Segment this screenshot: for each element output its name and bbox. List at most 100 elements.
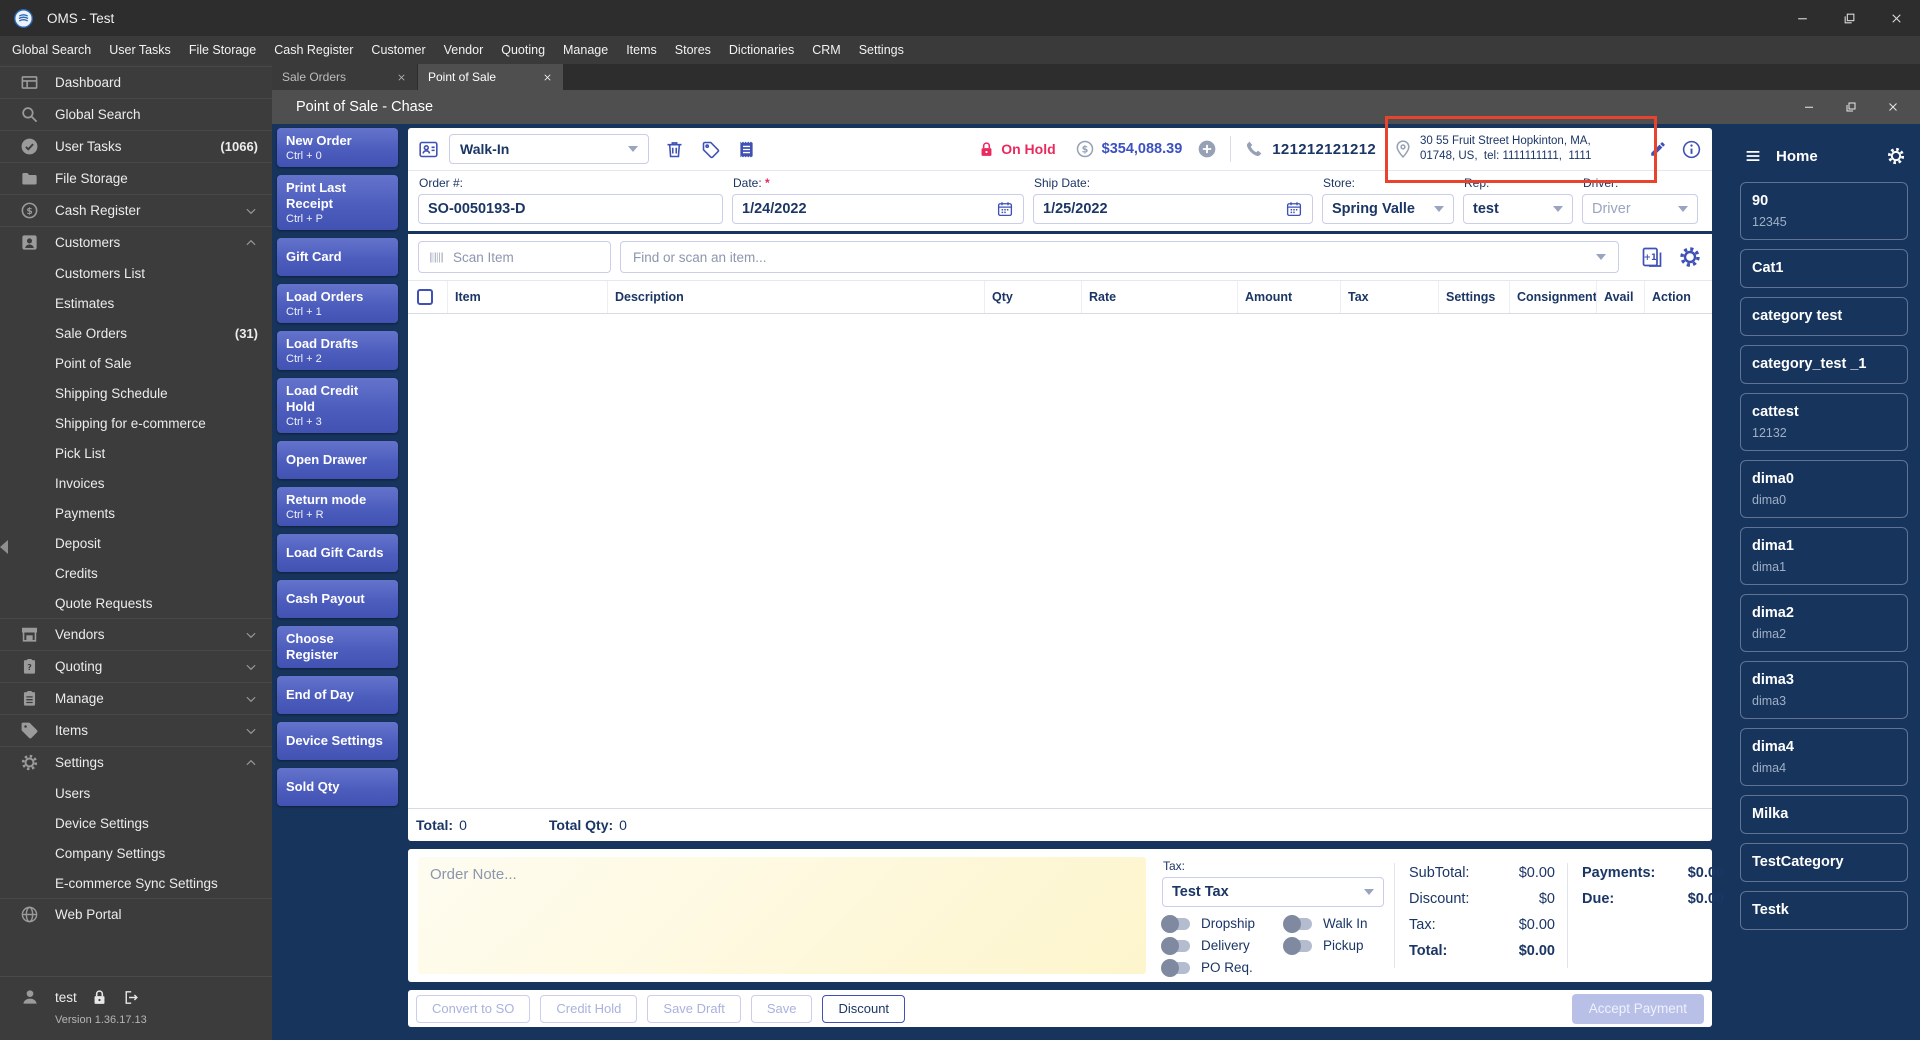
sidebar-item-file-storage[interactable]: File Storage <box>0 162 272 194</box>
category-tile-cattest[interactable]: cattest 12132 <box>1740 393 1908 451</box>
calendar-icon[interactable] <box>1285 200 1303 218</box>
menu-item-settings[interactable]: Settings <box>850 36 913 64</box>
column-header-description[interactable]: Description <box>608 281 985 313</box>
sidebar-item-invoices[interactable]: Invoices <box>0 468 272 498</box>
discount-button[interactable]: Discount <box>822 994 906 1023</box>
credit-hold-button[interactable]: Credit Hold <box>540 994 638 1023</box>
accept-payment-button[interactable]: Accept Payment <box>1571 993 1704 1024</box>
hold-label[interactable]: On Hold <box>1001 141 1055 157</box>
category-tile-dima0[interactable]: dima0 dima0 <box>1740 460 1908 518</box>
sidebar-item-estimates[interactable]: Estimates <box>0 288 272 318</box>
toggle-dropship[interactable]: Dropship <box>1161 914 1284 933</box>
menu-item-customer[interactable]: Customer <box>362 36 434 64</box>
close-icon[interactable] <box>542 72 553 83</box>
action-load-credit-hold-button[interactable]: Load Credit Hold Ctrl + 3 <box>277 378 398 433</box>
sidebar-item-customers[interactable]: Customers <box>0 226 272 258</box>
find-item-combo[interactable] <box>620 241 1619 273</box>
action-load-orders-button[interactable]: Load Orders Ctrl + 1 <box>277 284 398 323</box>
rep-select[interactable]: test <box>1463 194 1573 224</box>
logout-icon[interactable] <box>122 989 139 1006</box>
sidebar-item-device-settings[interactable]: Device Settings <box>0 808 272 838</box>
action-cash-payout-button[interactable]: Cash Payout <box>277 580 398 618</box>
sidebar-item-shipping-schedule[interactable]: Shipping Schedule <box>0 378 272 408</box>
sidebar-item-cash-register[interactable]: $ Cash Register <box>0 194 272 226</box>
tag-icon[interactable] <box>700 139 721 160</box>
customer-balance[interactable]: $354,088.39 <box>1102 141 1183 157</box>
menu-item-dictionaries[interactable]: Dictionaries <box>720 36 803 64</box>
action-gift-card-button[interactable]: Gift Card <box>277 238 398 276</box>
tab-sale-orders[interactable]: Sale Orders <box>272 64 417 90</box>
category-tile-dima4[interactable]: dima4 dima4 <box>1740 728 1908 786</box>
action-open-drawer-button[interactable]: Open Drawer <box>277 441 398 479</box>
sidebar-item-quote-requests[interactable]: Quote Requests <box>0 588 272 618</box>
action-device-settings-button[interactable]: Device Settings <box>277 722 398 760</box>
sidebar-item-manage[interactable]: Manage <box>0 682 272 714</box>
close-icon[interactable] <box>396 72 407 83</box>
tab-point-of-sale[interactable]: Point of Sale <box>418 64 563 90</box>
toggle-walk-in[interactable]: Walk In <box>1283 914 1394 933</box>
menu-item-user-tasks[interactable]: User Tasks <box>100 36 180 64</box>
add-document-icon[interactable]: +1 <box>1640 245 1664 269</box>
find-item-input[interactable] <box>633 249 1596 265</box>
scan-item-field[interactable] <box>418 241 611 273</box>
select-all-checkbox[interactable] <box>417 289 433 305</box>
info-icon[interactable] <box>1681 139 1702 160</box>
column-header-item[interactable]: Item <box>448 281 608 313</box>
action-sold-qty-button[interactable]: Sold Qty <box>277 768 398 806</box>
order-note-input[interactable] <box>418 857 1146 974</box>
column-header-settings[interactable]: Settings <box>1439 281 1510 313</box>
column-header-rate[interactable]: Rate <box>1082 281 1238 313</box>
category-tile-cat1[interactable]: Cat1 <box>1740 249 1908 288</box>
sidebar-item-users[interactable]: Users <box>0 778 272 808</box>
edit-pencil-icon[interactable] <box>1649 140 1667 158</box>
date-input[interactable] <box>742 201 996 217</box>
sidebar-item-credits[interactable]: Credits <box>0 558 272 588</box>
window-minimize-button[interactable] <box>1779 0 1826 36</box>
delete-order-icon[interactable] <box>664 139 685 160</box>
menu-item-stores[interactable]: Stores <box>666 36 720 64</box>
sidebar-item-quoting[interactable]: ? Quoting <box>0 650 272 682</box>
menu-item-cash-register[interactable]: Cash Register <box>265 36 362 64</box>
action-load-gift-cards-button[interactable]: Load Gift Cards <box>277 534 398 572</box>
customer-select[interactable]: Walk-In <box>449 134 649 164</box>
receipt-icon[interactable] <box>736 139 757 160</box>
add-circle-icon[interactable] <box>1197 139 1217 159</box>
toggle-po-req[interactable]: PO Req. <box>1161 958 1284 977</box>
sidebar-item-point-of-sale[interactable]: Point of Sale <box>0 348 272 378</box>
sidebar-item-items[interactable]: Items <box>0 714 272 746</box>
sidebar-item-deposit[interactable]: Deposit <box>0 528 272 558</box>
category-tile-milka[interactable]: Milka <box>1740 795 1908 834</box>
sidebar-item-payments[interactable]: Payments <box>0 498 272 528</box>
action-print-last-receipt-button[interactable]: Print Last Receipt Ctrl + P <box>277 175 398 230</box>
sidebar-item-customers-list[interactable]: Customers List <box>0 258 272 288</box>
toggle-delivery[interactable]: Delivery <box>1161 936 1284 955</box>
store-select[interactable]: Spring Valle <box>1322 194 1454 224</box>
customer-card-icon[interactable] <box>418 139 439 160</box>
category-tile-category-test-1[interactable]: category_test _1 <box>1740 345 1908 384</box>
order-number-input[interactable] <box>428 201 713 217</box>
menu-item-manage[interactable]: Manage <box>554 36 617 64</box>
sidebar-item-dashboard[interactable]: Dashboard <box>0 66 272 98</box>
column-header-action[interactable]: Action <box>1645 281 1712 313</box>
toggle-pickup[interactable]: Pickup <box>1283 936 1394 955</box>
sidebar-item-e-commerce-sync-settings[interactable]: E-commerce Sync Settings <box>0 868 272 898</box>
sidebar-item-user-tasks[interactable]: User Tasks (1066) <box>0 130 272 162</box>
toggle-switch[interactable] <box>1161 936 1190 955</box>
column-header-tax[interactable]: Tax <box>1341 281 1439 313</box>
column-header-consignment[interactable]: Consignment <box>1510 281 1597 313</box>
window-maximize-button[interactable] <box>1826 0 1873 36</box>
toggle-switch[interactable] <box>1161 958 1190 977</box>
action-load-drafts-button[interactable]: Load Drafts Ctrl + 2 <box>277 331 398 370</box>
ship-date-input[interactable] <box>1043 201 1285 217</box>
toggle-switch[interactable] <box>1161 914 1190 933</box>
hamburger-menu-icon[interactable] <box>1744 147 1762 165</box>
menu-item-vendor[interactable]: Vendor <box>435 36 493 64</box>
menu-item-global-search[interactable]: Global Search <box>3 36 100 64</box>
column-header-amount[interactable]: Amount <box>1238 281 1341 313</box>
sidebar-item-company-settings[interactable]: Company Settings <box>0 838 272 868</box>
save-button[interactable]: Save <box>750 994 813 1023</box>
grid-settings-gear-icon[interactable] <box>1678 245 1702 269</box>
pos-minimize-button[interactable] <box>1788 90 1830 124</box>
category-tile-dima3[interactable]: dima3 dima3 <box>1740 661 1908 719</box>
sidebar-item-vendors[interactable]: Vendors <box>0 618 272 650</box>
